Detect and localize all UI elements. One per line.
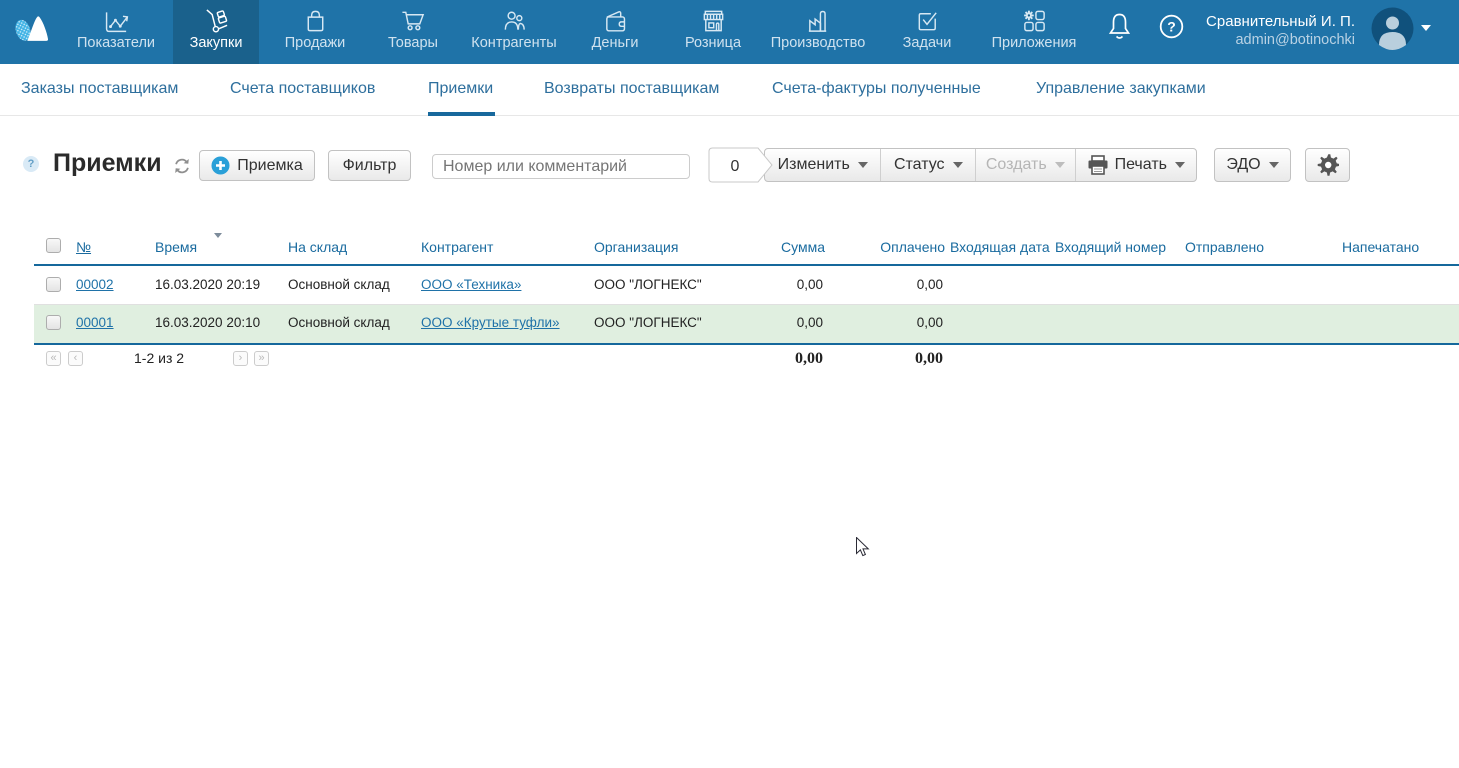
svg-text:0: 0: [731, 158, 740, 175]
svg-text:?: ?: [1167, 19, 1176, 35]
